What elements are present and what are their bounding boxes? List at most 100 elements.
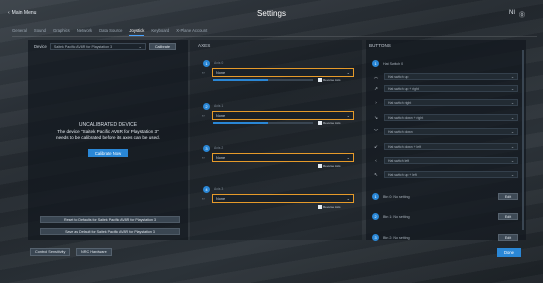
edit-button[interactable]: Edit (498, 234, 518, 241)
button-group: 1 Btn 0: No setting (372, 193, 410, 200)
chevron-down-icon: ⌄ (510, 116, 514, 120)
axis-level-bar (213, 122, 313, 124)
axis-name: Axis 3 (214, 187, 224, 191)
axis-level-fill (213, 79, 268, 81)
axis-number-badge: 2 (203, 103, 210, 110)
button-assignment-select[interactable]: Hat switch down + right ⌄ (384, 114, 518, 121)
axis-assignment-value: None (216, 70, 226, 75)
calibrate-button[interactable]: Calibrate (148, 43, 177, 50)
hat-switch-label: Hat Switch 0 (383, 61, 404, 66)
button-assignment-select[interactable]: Hat switch down + left ⌄ (384, 143, 518, 150)
device-row: Device Saitek Pacific AV8R for Playstati… (34, 43, 177, 50)
chevron-down-icon: ⌄ (510, 101, 514, 105)
axis-assignment-select[interactable]: None ⌄ (212, 111, 354, 120)
button-group: 2 Btn 1: No setting (372, 213, 410, 220)
uncalibrated-title: UNCALIBRATED DEVICE (78, 122, 138, 128)
button-assignment-value: Hat switch up + right (388, 86, 419, 91)
tab-joystick[interactable]: Joystick (129, 28, 145, 36)
group-number-badge: 1 (372, 60, 379, 67)
button-assignment-value: Hat switch left (388, 158, 410, 163)
checkbox-icon (318, 121, 322, 125)
button-assignment-value: Hat switch right (388, 100, 412, 105)
edit-button[interactable]: Edit (498, 193, 518, 200)
button-assignment-value: Hat switch up + left (388, 172, 417, 177)
tab-graphics[interactable]: Graphics (53, 28, 70, 35)
arrow-down-icon: ﹀ (373, 128, 379, 134)
calibrate-now-button[interactable]: Calibrate Now (88, 149, 128, 157)
reverse-axis-checkbox[interactable]: Reverse Axis (318, 78, 341, 82)
reverse-axis-label: Reverse Axis (323, 164, 341, 168)
axis-name: Axis 0 (214, 61, 224, 65)
settings-tabs: General Sound Graphics Network Data Sour… (12, 27, 537, 37)
axis-assignment-value: None (216, 155, 226, 160)
button-row: ︿ Hat switch up ⌄ (372, 72, 522, 81)
button-row: › Hat switch right ⌄ (372, 98, 522, 107)
reverse-axis-checkbox[interactable]: Reverse Axis (318, 121, 341, 125)
nrc-hardware-button[interactable]: NRC Hardware (76, 248, 112, 256)
checkbox-icon (318, 164, 322, 168)
chevron-down-icon: ⌄ (346, 113, 350, 118)
axis-arrows-icon[interactable]: ‹› (202, 70, 205, 75)
reverse-axis-label: Reverse Axis (323, 121, 341, 125)
axis-assignment-select[interactable]: None ⌄ (212, 153, 354, 162)
chevron-down-icon: ⌄ (346, 70, 350, 75)
button-assignment-select[interactable]: Hat switch up + left ⌄ (384, 171, 518, 178)
arrow-up-icon: ︿ (373, 73, 379, 79)
top-right-icons: NI ⓪ (509, 10, 525, 19)
group-number-badge: 2 (372, 213, 379, 220)
arrow-up-left-icon: ↖ (374, 171, 378, 177)
axis-number-badge: 1 (203, 60, 210, 67)
button-assignment-select[interactable]: Hat switch up + right ⌄ (384, 85, 518, 92)
group-number-badge: 3 (372, 234, 379, 241)
device-label: Device (34, 44, 47, 49)
tab-sound[interactable]: Sound (34, 28, 46, 35)
button-group: 3 Btn 2: No setting (372, 234, 410, 241)
arrow-down-right-icon: ↘ (374, 114, 378, 120)
tab-keyboard[interactable]: Keyboard (151, 28, 169, 35)
chevron-down-icon: ⌄ (346, 155, 350, 160)
button-assignment-value: Hat switch down + right (388, 115, 424, 120)
button-assignment-select[interactable]: Hat switch right ⌄ (384, 99, 518, 106)
button-assignment-value: Hat switch up (388, 74, 409, 79)
reset-defaults-button[interactable]: Reset to Defaults for Saitek Pacific AV8… (40, 216, 180, 223)
chevron-down-icon: ⌄ (510, 173, 514, 177)
tab-data-source[interactable]: Data Source (99, 28, 122, 35)
button-assignment-select[interactable]: Hat switch up ⌄ (384, 73, 518, 80)
arrow-down-left-icon: ↙ (374, 143, 378, 149)
chevron-down-icon: ⌄ (510, 75, 514, 79)
axis-level-bar (213, 79, 313, 81)
edit-button[interactable]: Edit (498, 213, 518, 220)
axis-assignment-select[interactable]: None ⌄ (212, 68, 354, 77)
button-assignment-value: Hat switch down + left (388, 144, 422, 149)
button-assignment-select[interactable]: Hat switch left ⌄ (384, 157, 518, 164)
axis-arrows-icon[interactable]: ‹› (202, 155, 205, 160)
button-row: ↗ Hat switch up + right ⌄ (372, 84, 522, 93)
axis-arrows-icon[interactable]: ‹› (202, 196, 205, 201)
page-title: Settings (257, 9, 286, 18)
axis-assignment-select[interactable]: None ⌄ (212, 194, 354, 203)
button-row: ↙ Hat switch down + left ⌄ (372, 142, 522, 151)
axis-level-fill (213, 122, 268, 124)
reverse-axis-checkbox[interactable]: Reverse Axis (318, 164, 341, 168)
reverse-axis-checkbox[interactable]: Reverse Axis (318, 205, 341, 209)
user-initials: NI (508, 10, 515, 16)
buttons-panel (366, 40, 526, 240)
help-icon[interactable]: ⓪ (519, 10, 525, 19)
device-select[interactable]: Saitek Pacific AV8R for Playstation 3 ⌄ (49, 43, 146, 50)
button-row: ↖ Hat switch up + left ⌄ (372, 170, 522, 179)
group-number-badge: 1 (372, 193, 379, 200)
control-sensitivity-button[interactable]: Control Sensitivity (30, 248, 71, 256)
buttons-title: BUTTONS (369, 43, 391, 48)
axis-name: Axis 2 (214, 146, 224, 150)
tab-general[interactable]: General (12, 28, 27, 35)
tab-xplane-account[interactable]: X-Plane Account (176, 28, 207, 35)
button-assignment-select[interactable]: Hat switch down ⌄ (384, 128, 518, 135)
button-row: ﹀ Hat switch down ⌄ (372, 127, 522, 136)
save-default-button[interactable]: Save as Default for Saitek Pacific AV8R … (40, 228, 180, 235)
tab-network[interactable]: Network (77, 28, 92, 35)
buttons-scrollbar[interactable] (522, 50, 524, 230)
checkbox-icon (318, 205, 322, 209)
axis-arrows-icon[interactable]: ‹› (202, 113, 205, 118)
axis-number-badge: 4 (203, 186, 210, 193)
done-button[interactable]: Done (497, 248, 521, 257)
